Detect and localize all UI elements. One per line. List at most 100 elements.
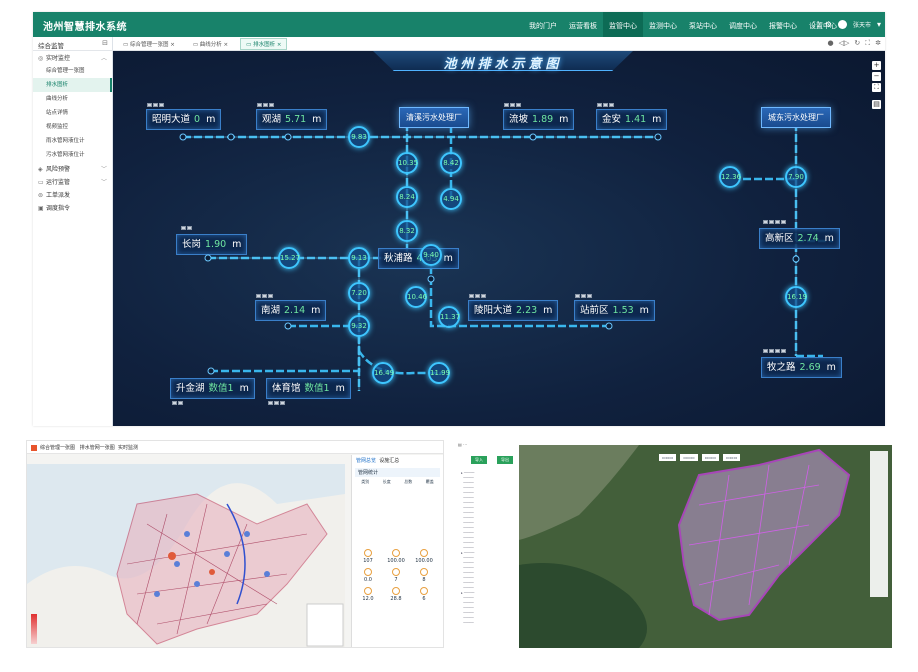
nav-alarm[interactable]: 报警中心 bbox=[763, 12, 803, 37]
station-zhaoming[interactable]: 昭明大道 0 m bbox=[146, 109, 222, 130]
s2-header: 综合管理一张图 排水管网一张图 实时监测 bbox=[27, 441, 443, 454]
import-button[interactable]: 导入 bbox=[471, 456, 487, 464]
s2-panel-tab[interactable]: 管网总览 bbox=[356, 458, 376, 464]
station-unit: m bbox=[311, 305, 321, 316]
station-changgang[interactable]: 长岗 1.90 m bbox=[176, 234, 248, 255]
nav-pump[interactable]: 泵站中心 bbox=[683, 12, 723, 37]
station-lingyang[interactable]: 陵阳大道 2.23 m bbox=[468, 300, 559, 321]
menu-item-drainage-diagram[interactable]: 排水图析 bbox=[33, 78, 112, 92]
station-guanhu[interactable]: 观湖 5.71 m bbox=[256, 109, 328, 130]
chevron-down-icon[interactable]: ▾ bbox=[877, 20, 881, 29]
plant-qingxi[interactable]: 清溪污水处理厂 bbox=[399, 107, 469, 128]
top-bar: 池州智慧排水系统 我的门户 运营看板 监管中心 监测中心 泵站中心 调度中心 报… bbox=[33, 12, 885, 37]
station-value: 1.53 bbox=[612, 305, 634, 316]
s2-panel-tab[interactable]: 设施汇总 bbox=[379, 458, 399, 464]
station-zhanqian[interactable]: 站前区 1.53 m bbox=[574, 300, 655, 321]
nav-arrows-icon[interactable]: ◁▷ bbox=[839, 39, 850, 48]
s4-tool[interactable]: ▭▭▭ bbox=[723, 454, 741, 461]
station-jinan[interactable]: 金安 1.41 m bbox=[596, 109, 668, 130]
collapse-icon[interactable]: ⊟ bbox=[102, 39, 108, 47]
pipe-joint bbox=[207, 367, 215, 375]
menu-item-sewage-level[interactable]: 污水管网液位计 bbox=[33, 148, 112, 162]
station-value: 数值1 bbox=[208, 383, 234, 394]
s2-stat: 12.0 bbox=[354, 585, 382, 602]
gear-icon[interactable]: ⚙ bbox=[825, 20, 832, 29]
expand-icon[interactable]: ⛶ bbox=[865, 39, 870, 48]
menu-item-video[interactable]: 视频监控 bbox=[33, 120, 112, 134]
menu-item-rain-level[interactable]: 雨水管网液位计 bbox=[33, 134, 112, 148]
s2-table-head: 类别 长度 总数 覆盖 bbox=[355, 479, 440, 485]
menu-group-workorder[interactable]: ⊜ 工单派发 bbox=[33, 190, 112, 201]
tab-drainage-diagram[interactable]: ▭ 排水图析 × bbox=[240, 37, 288, 50]
zoom-out-button[interactable]: − bbox=[872, 72, 881, 81]
flow-node[interactable]: 7.90 bbox=[785, 166, 807, 188]
menu-item-station-detail[interactable]: 站点详情 bbox=[33, 106, 112, 120]
s2-tab[interactable]: 排水管网一张图 bbox=[80, 445, 115, 451]
flow-node[interactable]: 11.99 bbox=[428, 362, 450, 384]
menu-group-realtime[interactable]: ◎ 实时监控 ︿ bbox=[33, 53, 112, 64]
avatar[interactable] bbox=[837, 20, 847, 29]
station-gaoxin[interactable]: 高新区 2.74 m bbox=[759, 228, 840, 249]
s2-stat: 0.0 bbox=[354, 566, 382, 583]
flow-node[interactable]: 8.42 bbox=[440, 152, 462, 174]
nav-dashboard[interactable]: 运营看板 bbox=[563, 12, 603, 37]
flow-node[interactable]: 9.13 bbox=[348, 247, 370, 269]
station-tiyuguan[interactable]: 体育馆 数值1 m bbox=[266, 378, 351, 399]
flow-node[interactable]: 8.32 bbox=[396, 220, 418, 242]
nav-monitoring[interactable]: 监测中心 bbox=[643, 12, 683, 37]
warning-icon: ◈ bbox=[38, 166, 43, 173]
refresh-icon[interactable]: ↻ bbox=[854, 39, 860, 48]
flow-node[interactable]: 15.27 bbox=[278, 247, 300, 269]
user-name[interactable]: 张天市 bbox=[853, 20, 871, 29]
station-muzhi[interactable]: 牧之路 2.69 m bbox=[761, 357, 842, 378]
flow-node[interactable]: 12.36 bbox=[719, 166, 741, 188]
s2-stat-value: 107 bbox=[363, 558, 373, 564]
nav-dispatch[interactable]: 调度中心 bbox=[723, 12, 763, 37]
station-value: 2.23 bbox=[516, 305, 538, 316]
close-all-icon[interactable]: ✲ bbox=[875, 39, 881, 48]
tab-curve-analysis[interactable]: ▭ 曲线分析 × bbox=[187, 38, 234, 50]
flow-node[interactable]: 8.24 bbox=[396, 186, 418, 208]
flow-node[interactable]: 4.94 bbox=[440, 188, 462, 210]
tab-overview-map[interactable]: ▭ 综合管理一张图 × bbox=[117, 38, 181, 50]
flow-node[interactable]: 9.40 bbox=[420, 244, 442, 266]
s2-tab[interactable]: 实时监测 bbox=[118, 445, 138, 451]
tab-label: 排水图析 bbox=[253, 41, 276, 48]
map-tools: + − ⛶ ▤ bbox=[872, 61, 881, 109]
s4-tool[interactable]: ▭▭▭ bbox=[701, 454, 720, 461]
flow-node[interactable]: 11.37 bbox=[438, 306, 460, 328]
flow-node[interactable]: 16.19 bbox=[785, 286, 807, 308]
menu-group-operation[interactable]: ▭ 运行监管 ﹀ bbox=[33, 177, 112, 188]
menu-item-overview-map[interactable]: 综合管理一张图 bbox=[33, 64, 112, 78]
flow-node[interactable]: 16.49 bbox=[372, 362, 394, 384]
nav-supervision[interactable]: 监管中心 bbox=[603, 12, 643, 37]
s2-col: 类别 bbox=[361, 479, 370, 484]
station-value: 5.71 bbox=[285, 114, 307, 125]
plant-chengdong[interactable]: 城东污水处理厂 bbox=[761, 107, 831, 128]
s4-tool[interactable]: ▭▭▭ bbox=[659, 454, 677, 461]
nav-portal[interactable]: 我的门户 bbox=[523, 12, 563, 37]
s4-tool[interactable]: ▭▭▭ bbox=[680, 454, 698, 461]
fullscreen-icon[interactable]: ⛶ bbox=[813, 20, 819, 30]
pipe-joint bbox=[427, 275, 435, 283]
menu-group-risk[interactable]: ◈ 风险预警 ﹀ bbox=[33, 164, 112, 175]
fit-button[interactable]: ⛶ bbox=[872, 83, 881, 92]
station-shengjinhu[interactable]: 升金湖 数值1 m bbox=[170, 378, 255, 399]
menu-item-curve-analysis[interactable]: 曲线分析 bbox=[33, 92, 112, 106]
flow-node[interactable]: 9.83 bbox=[348, 126, 370, 148]
zoom-in-button[interactable]: + bbox=[872, 61, 881, 70]
layer-button[interactable]: ▤ bbox=[872, 100, 881, 109]
station-liupo[interactable]: 流坡 1.89 m bbox=[503, 109, 575, 130]
flow-node[interactable]: 7.20 bbox=[348, 282, 370, 304]
flow-node[interactable]: 9.32 bbox=[348, 315, 370, 337]
station-qiupu[interactable]: 秋浦路4.03m bbox=[378, 248, 459, 269]
station-value: 0 bbox=[194, 114, 201, 125]
menu-group-dispatch[interactable]: ▣ 调度指令 bbox=[33, 203, 112, 214]
station-value: 2.74 bbox=[797, 233, 819, 244]
pipe-joint bbox=[284, 133, 292, 141]
export-button[interactable]: 导出 bbox=[497, 456, 513, 464]
flow-node[interactable]: 10.46 bbox=[405, 286, 427, 308]
flow-node[interactable]: 10.35 bbox=[396, 152, 418, 174]
bell-icon[interactable]: ● bbox=[827, 39, 833, 48]
station-nanhu[interactable]: 南湖 2.14 m bbox=[255, 300, 327, 321]
